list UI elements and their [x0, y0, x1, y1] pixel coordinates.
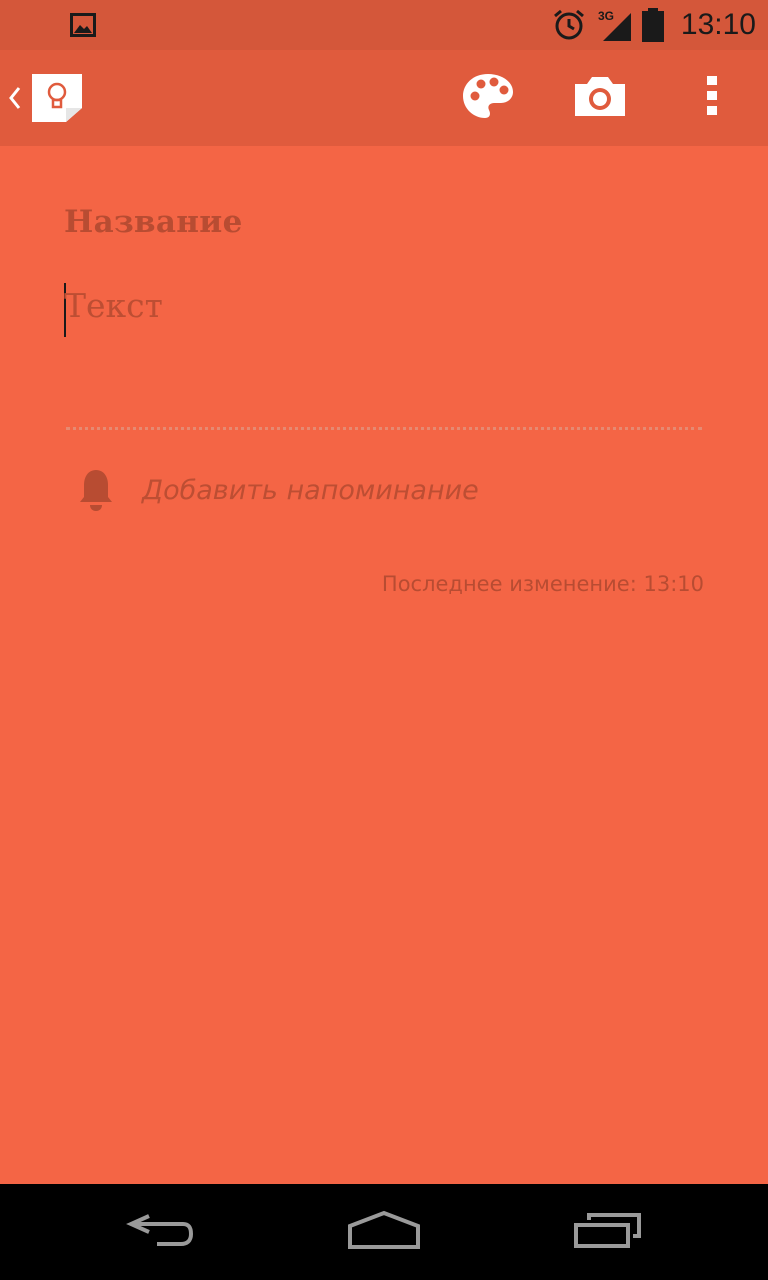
- note-editor: Название Текст Добавить напоминание Посл…: [0, 146, 768, 1184]
- back-chevron-icon: [8, 86, 22, 115]
- image-notification-icon: [70, 0, 96, 50]
- last-modified-label: Последнее изменение: 13:10: [381, 572, 704, 596]
- color-palette-button[interactable]: [448, 50, 528, 146]
- status-time: 13:10: [680, 8, 756, 41]
- battery-icon: [642, 0, 664, 50]
- note-text-input[interactable]: Текст: [64, 286, 163, 325]
- recents-icon: [573, 1212, 643, 1253]
- keep-app-icon: [30, 72, 84, 129]
- alarm-icon: [552, 0, 586, 50]
- add-reminder-label: Добавить напоминание: [142, 474, 479, 506]
- nav-back-button[interactable]: [110, 1184, 210, 1280]
- back-icon: [125, 1212, 195, 1253]
- network-type-label: 3G: [598, 9, 614, 23]
- camera-button[interactable]: [560, 50, 640, 146]
- status-bar: 3G 13:10: [0, 0, 768, 50]
- bell-icon: [78, 468, 114, 512]
- note-title-input[interactable]: Название: [64, 204, 243, 240]
- palette-icon: [461, 72, 515, 125]
- nav-recents-button[interactable]: [558, 1184, 658, 1280]
- action-bar: [0, 50, 768, 146]
- home-icon: [346, 1210, 422, 1255]
- navigation-bar: [0, 1184, 768, 1280]
- overflow-menu-icon: [706, 75, 718, 121]
- add-reminder-button[interactable]: Добавить напоминание: [64, 464, 664, 516]
- signal-icon: 3G: [597, 0, 633, 50]
- nav-home-button[interactable]: [334, 1184, 434, 1280]
- overflow-menu-button[interactable]: [688, 50, 736, 146]
- camera-icon: [573, 74, 627, 123]
- dotted-divider: [66, 427, 702, 430]
- up-navigation-button[interactable]: [0, 50, 92, 146]
